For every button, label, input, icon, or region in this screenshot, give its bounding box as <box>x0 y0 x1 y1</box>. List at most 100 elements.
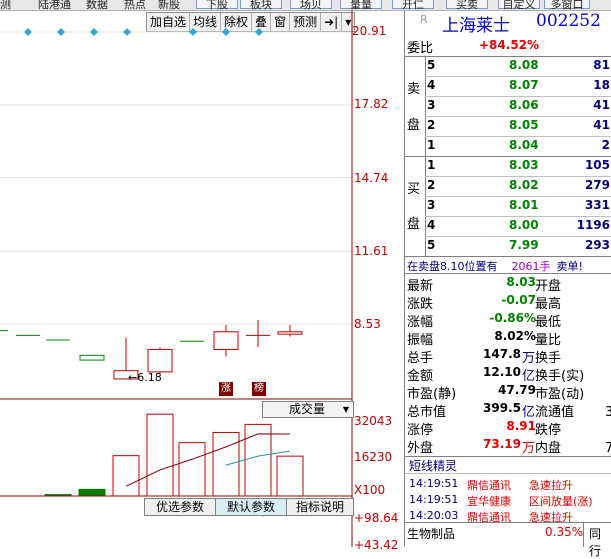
volume-indicator-dropdown[interactable]: 成交量 ▼ <box>262 401 354 418</box>
quote-value: 47.79 <box>498 383 536 397</box>
quote-row: 外盘 73.19 万内盘 <box>405 436 611 456</box>
level: 1 <box>427 138 436 152</box>
order-price: 8.05 <box>509 118 539 132</box>
buy-order-row[interactable]: 5 7.99 293 <box>405 236 611 256</box>
ranking-badge[interactable]: 榜 <box>252 382 266 396</box>
quote-row: 市盈(静) 47.79 市盈(动) <box>405 382 611 402</box>
signal-diamond-icon <box>255 28 263 36</box>
top-button-5[interactable]: 买卖 <box>446 0 488 10</box>
chevron-down-icon: ▼ <box>342 405 349 414</box>
news-time: 14:19:51 <box>409 493 459 506</box>
order-volume: 279 <box>584 178 610 192</box>
indicator-help-button[interactable]: 指标说明 <box>286 498 354 516</box>
order-volume: 41 <box>593 118 610 132</box>
order-volume: 2 <box>601 138 610 152</box>
top-button-0[interactable]: 下股 <box>196 0 238 10</box>
level: 4 <box>427 78 436 92</box>
quote-value: 73.19 <box>483 437 521 451</box>
news-title[interactable]: 短线精灵 <box>409 457 457 474</box>
order-price: 8.07 <box>509 78 539 92</box>
sell-order-row[interactable]: 2 8.05 41 <box>405 116 611 136</box>
buy-order-row[interactable]: 1 8.03 105 <box>405 156 611 176</box>
sell-order-row[interactable]: 1 8.04 2 <box>405 136 611 156</box>
volume-unit-label: X100 <box>354 483 386 497</box>
news-stock: 鼎信通讯 <box>467 479 511 492</box>
default-params-button[interactable]: 默认参数 <box>215 498 287 516</box>
quote-value: -0.07 <box>501 293 536 307</box>
buy-order-row[interactable]: 3 8.01 331 <box>405 196 611 216</box>
quote-row: 总手 147.8 万换手 <box>405 346 611 366</box>
top-button-3[interactable]: 量量 <box>340 0 382 10</box>
order-price: 8.02 <box>509 178 539 192</box>
quote-row: 涨停 8.91 跌停 <box>405 418 611 438</box>
candle-body <box>79 354 105 361</box>
order-price: 8.03 <box>509 158 539 172</box>
order-price: 8.00 <box>509 218 539 232</box>
order-price: 7.99 <box>509 238 539 252</box>
quote-panel: 委比 +84.52% 卖 盘 5 8.08 81 4 8.07 18 3 8.06 41 2 8.0… <box>404 10 611 558</box>
order-volume: 1196 <box>576 218 610 232</box>
level: 3 <box>427 98 436 112</box>
sell-order-row[interactable]: 4 8.07 18 <box>405 76 611 96</box>
quote-unit: 万 <box>521 441 535 456</box>
order-volume: 105 <box>584 158 610 172</box>
quote-value: 399.5 <box>483 401 521 415</box>
quote-row: 最新 8.03 开盘 <box>405 274 611 294</box>
news-event: 区间放量(涨) <box>529 495 593 508</box>
signal-diamond-icon <box>222 28 230 36</box>
volume-bar <box>276 455 304 497</box>
top-button-1[interactable]: 板块 <box>240 0 282 10</box>
quote-value: 147.8 <box>483 347 521 361</box>
quote-row: 金额 12.10 亿换手(实) <box>405 364 611 384</box>
news-time: 14:20:03 <box>409 509 459 522</box>
kline-chart[interactable] <box>0 10 404 547</box>
top-button-6[interactable]: 自定义 <box>498 0 540 10</box>
order-ratio-label: 委比 <box>407 41 434 56</box>
top-button-7[interactable]: 多窗口 <box>544 0 590 10</box>
news-event: 急速拉升 <box>529 479 573 492</box>
news-item[interactable]: 14:19:51 鼎信通讯 急速拉升 <box>405 476 611 492</box>
order-volume: 331 <box>584 198 610 212</box>
level: 5 <box>427 58 436 72</box>
quote-value: 12.10 <box>483 365 521 379</box>
float-value-partial: 3 <box>605 405 611 420</box>
sell-order-row[interactable]: 5 8.08 81 <box>405 56 611 76</box>
order-price: 8.06 <box>509 98 539 112</box>
quote-row: 涨幅 -0.86% 最低 <box>405 310 611 330</box>
quote-row: 总市值 399.5 亿流通值 <box>405 400 611 420</box>
volume-bar <box>112 455 140 497</box>
signal-diamond-icon <box>90 28 98 36</box>
buy-order-row[interactable]: 2 8.02 279 <box>405 176 611 196</box>
order-price: 8.08 <box>509 58 539 72</box>
volume-bar <box>244 423 272 497</box>
quote-row: 涨跌 -0.07 最高 <box>405 292 611 312</box>
buy-order-row[interactable]: 4 8.00 1196 <box>405 216 611 236</box>
low-price-marker: ←6.18 <box>128 371 162 384</box>
inner-volume-partial: 7 <box>605 441 611 456</box>
news-item[interactable]: 14:19:51 宜华健康 区间放量(涨) <box>405 492 611 508</box>
order-ratio-value: +84.52% <box>479 38 540 52</box>
top-button-2[interactable]: 场贝 <box>290 0 332 10</box>
price-axis-label: 14.74 <box>354 171 389 185</box>
price-axis-label: 17.82 <box>354 97 389 111</box>
limit-up-badge[interactable]: 涨 <box>219 382 233 396</box>
news-time: 14:19:51 <box>409 477 459 490</box>
big-order-notice[interactable]: 在卖盘8.10位置有 2061手 卖单! <box>407 258 583 274</box>
peer-label[interactable]: 同行 <box>589 525 611 559</box>
level: 2 <box>427 118 436 132</box>
top-button-4[interactable]: 开仁 <box>392 0 434 10</box>
sector-change: 0.35% <box>545 525 584 539</box>
price-axis-label: 8.53 <box>354 317 381 331</box>
level: 3 <box>427 198 436 212</box>
quote-value: 8.02% <box>494 329 536 343</box>
volume-bar <box>78 488 106 497</box>
price-gridlines <box>0 31 352 325</box>
optimal-params-button[interactable]: 优选参数 <box>144 498 216 516</box>
volume-bar <box>212 431 240 497</box>
order-price: 8.01 <box>509 198 539 212</box>
news-stock: 宜华健康 <box>467 495 511 508</box>
sector-name[interactable]: 生物制品 <box>407 525 455 542</box>
candle-body <box>277 331 303 335</box>
order-volume: 18 <box>593 78 610 92</box>
sell-order-row[interactable]: 3 8.06 41 <box>405 96 611 116</box>
